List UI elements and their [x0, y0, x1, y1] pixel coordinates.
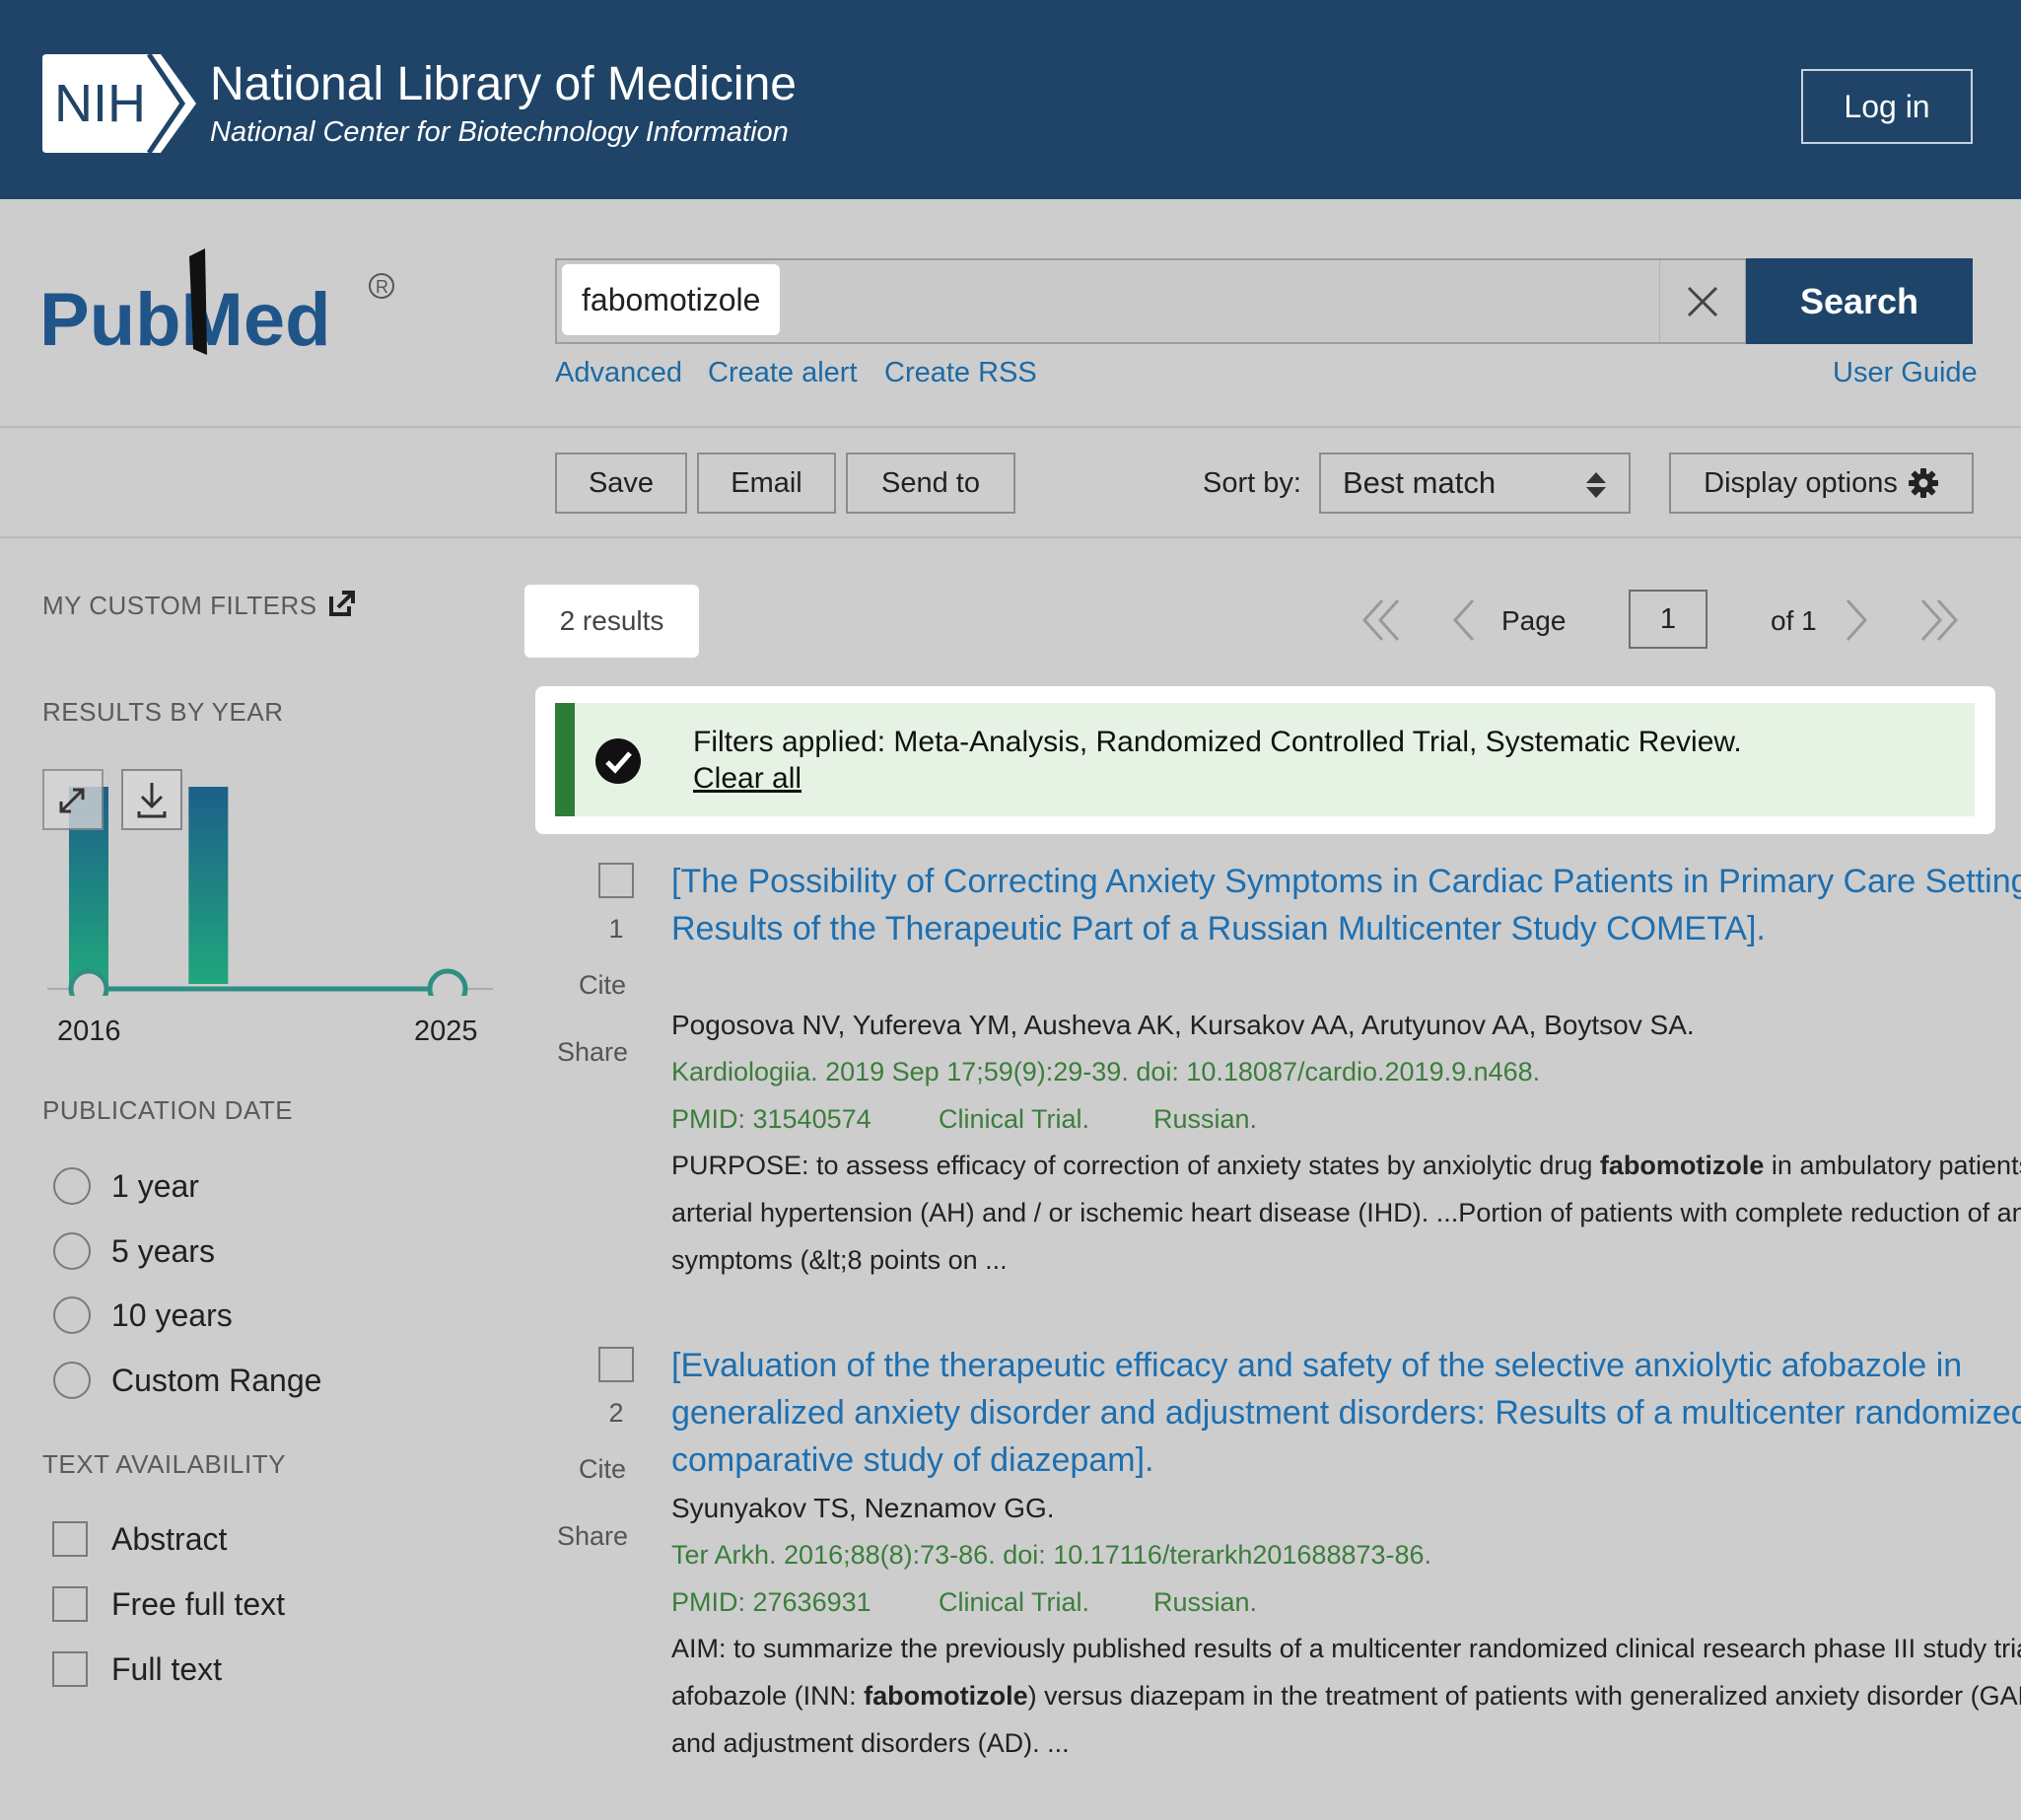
filters-applied-text: Filters applied: Meta-Analysis, Randomiz…	[693, 726, 1742, 758]
option-label: 1 year	[111, 1168, 199, 1204]
search-query-text[interactable]: fabomotizole	[562, 264, 781, 335]
year-start-label: 2016	[57, 1015, 121, 1047]
year-end-label: 2025	[414, 1015, 478, 1047]
result-pmid: PMID: 31540574	[671, 1104, 871, 1134]
display-options-label: Display options	[1704, 466, 1898, 499]
publication-date-heading: PUBLICATION DATE	[42, 1095, 294, 1125]
next-page-icon[interactable]	[1842, 596, 1871, 644]
result-authors: Syunyakov TS, Neznamov GG.	[671, 1493, 1055, 1523]
year-end-handle[interactable]	[427, 968, 468, 996]
advanced-link[interactable]: Advanced	[555, 357, 682, 389]
result-checkbox[interactable]	[598, 1347, 634, 1382]
result-type: Clinical Trial.	[939, 1587, 1090, 1617]
radio-1-year[interactable]	[53, 1167, 91, 1205]
option-label: Abstract	[111, 1521, 228, 1557]
year-bar-2019[interactable]	[188, 787, 229, 984]
clear-search-button[interactable]	[1659, 260, 1745, 342]
page-label: Page	[1501, 605, 1567, 636]
result-title-link[interactable]: [Evaluation of the therapeutic efficacy …	[671, 1342, 2021, 1484]
create-rss-link[interactable]: Create RSS	[884, 357, 1037, 389]
result-pmid: PMID: 27636931	[671, 1587, 871, 1617]
create-alert-link[interactable]: Create alert	[708, 357, 858, 389]
result-snippet: AIM: to summarize the previously publish…	[671, 1634, 2021, 1758]
email-button[interactable]: Email	[697, 453, 836, 514]
clear-all-link[interactable]: Clear all	[693, 762, 801, 796]
result-authors: Pogosova NV, Yufereva YM, Ausheva AK, Ku…	[671, 1010, 1695, 1040]
result-title-link[interactable]: [The Possibility of Correcting Anxiety S…	[671, 858, 2021, 952]
svg-text:PubMed: PubMed	[39, 278, 331, 362]
result-number: 1	[608, 914, 624, 944]
text-availability-heading: TEXT AVAILABILITY	[42, 1449, 286, 1479]
option-label: Full text	[111, 1651, 223, 1687]
radio-10-years[interactable]	[53, 1296, 91, 1334]
cite-button[interactable]: Cite	[579, 970, 626, 1001]
nlm-title[interactable]: National Library of Medicine	[210, 57, 797, 111]
option-label: 10 years	[111, 1297, 233, 1333]
cite-button[interactable]: Cite	[579, 1454, 626, 1485]
year-start-handle[interactable]	[68, 968, 109, 996]
login-button[interactable]: Log in	[1801, 69, 1973, 144]
result-number: 2	[608, 1398, 624, 1428]
result-type: Clinical Trial.	[939, 1104, 1090, 1134]
filters-applied-banner	[555, 703, 1975, 816]
previous-page-icon[interactable]	[1449, 596, 1479, 644]
send-to-button[interactable]: Send to	[846, 453, 1015, 514]
save-button[interactable]: Save	[555, 453, 687, 514]
filters-accent-bar	[555, 703, 575, 816]
last-page-icon[interactable]	[1916, 596, 1960, 644]
page-number-input[interactable]: 1	[1629, 590, 1707, 649]
sort-value: Best match	[1343, 465, 1497, 500]
user-guide-link[interactable]: User Guide	[1833, 357, 1978, 389]
checkbox-full-text[interactable]	[52, 1651, 88, 1687]
option-label: Free full text	[111, 1586, 286, 1622]
checkbox-abstract[interactable]	[52, 1521, 88, 1557]
results-count: 2 results	[524, 585, 699, 658]
page-total: of 1	[1771, 605, 1817, 636]
results-by-year-chart[interactable]	[39, 759, 503, 996]
option-label: 5 years	[111, 1233, 215, 1269]
nlm-subtitle: National Center for Biotechnology Inform…	[210, 116, 789, 148]
radio-5-years[interactable]	[53, 1232, 91, 1270]
svg-text:NIH: NIH	[54, 74, 146, 133]
result-snippet: PURPOSE: to assess efficacy of correctio…	[671, 1151, 2021, 1275]
option-label: Custom Range	[111, 1363, 322, 1398]
my-custom-filters-heading[interactable]: MY CUSTOM FILTERS	[42, 591, 317, 621]
gear-icon	[1908, 468, 1938, 498]
result-checkbox[interactable]	[598, 863, 634, 898]
pubmed-logo[interactable]: PubMed R	[39, 246, 404, 375]
display-options-button[interactable]: Display options	[1669, 453, 1974, 514]
external-link-icon[interactable]	[328, 590, 356, 617]
check-circle-icon	[595, 738, 641, 784]
svg-text:R: R	[376, 277, 388, 297]
search-button[interactable]: Search	[1746, 258, 1973, 344]
first-page-icon[interactable]	[1360, 596, 1404, 644]
results-by-year-heading: RESULTS BY YEAR	[42, 697, 284, 727]
result-language: Russian.	[1153, 1104, 1258, 1134]
checkbox-free-full-text[interactable]	[52, 1586, 88, 1622]
sort-arrows-icon	[1586, 472, 1606, 498]
nih-logo[interactable]: NIH	[42, 54, 196, 153]
share-button[interactable]: Share	[557, 1037, 628, 1068]
sort-label: Sort by:	[1203, 467, 1301, 499]
result-citation: Kardiologiia. 2019 Sep 17;59(9):29-39. d…	[671, 1057, 1541, 1086]
close-icon	[1687, 286, 1718, 316]
result-citation: Ter Arkh. 2016;88(8):73-86. doi: 10.1711…	[671, 1540, 1432, 1570]
result-language: Russian.	[1153, 1587, 1258, 1617]
share-button[interactable]: Share	[557, 1521, 628, 1552]
radio-custom-range[interactable]	[53, 1362, 91, 1399]
sort-select[interactable]: Best match	[1319, 453, 1631, 514]
